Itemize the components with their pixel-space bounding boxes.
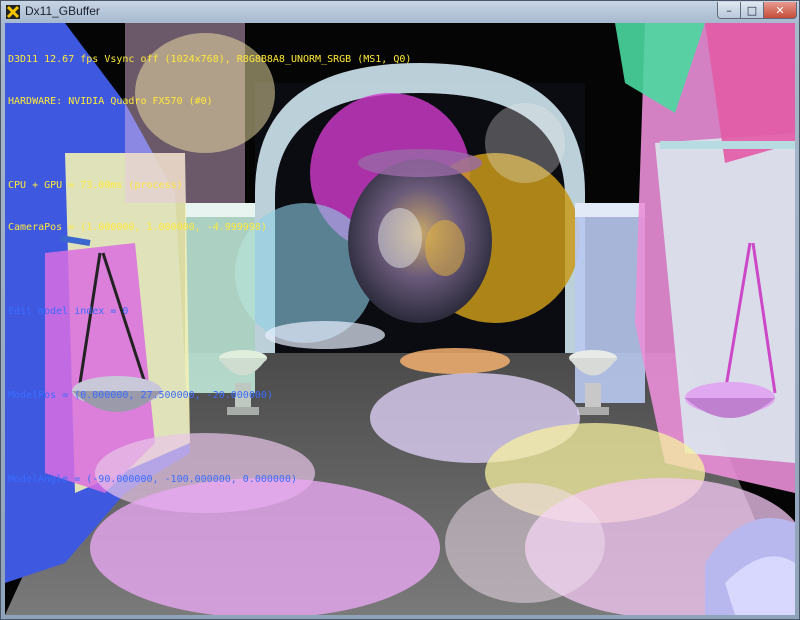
window-title: Dx11_GBuffer <box>25 4 100 18</box>
minimize-button[interactable]: – <box>717 2 741 19</box>
app-icon[interactable] <box>6 5 20 19</box>
app-window: Dx11_GBuffer – □ ✕ D3D11 12.67 fps Vsync… <box>0 0 800 620</box>
minimize-icon: – <box>726 3 732 17</box>
render-viewport[interactable]: D3D11 12.67 fps Vsync off (1024x768), R8… <box>5 23 795 615</box>
hud-fps-line: D3D11 12.67 fps Vsync off (1024x768), R8… <box>8 54 412 65</box>
hud-model-pos-line: ModelPos = (0.000000, 27.500000, -20.000… <box>8 390 273 401</box>
close-icon: ✕ <box>775 3 785 17</box>
hud-timing-line: CPU + GPU = 73.00ms (process) <box>8 180 183 191</box>
maximize-button[interactable]: □ <box>740 2 764 19</box>
maximize-icon: □ <box>746 3 758 17</box>
hud-model-index-line: Edit model index = 0 <box>8 306 129 317</box>
hud-model-angle-line: ModelAngle = (-90.000000, -100.000000, 0… <box>8 474 297 485</box>
hud-camera-pos-line: CameraPos = (1.000000, 1.000000, -4.9999… <box>8 222 267 233</box>
close-button[interactable]: ✕ <box>763 2 797 19</box>
debug-overlay: D3D11 12.67 fps Vsync off (1024x768), R8… <box>8 25 411 515</box>
title-bar[interactable]: Dx11_GBuffer – □ ✕ <box>1 1 799 23</box>
hud-hardware-line: HARDWARE: NVIDIA Quadro FX570 (#0) <box>8 96 213 107</box>
